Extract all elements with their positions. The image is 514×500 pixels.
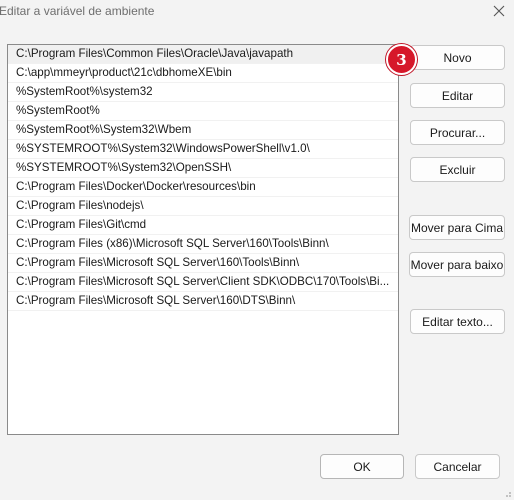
path-list-item[interactable]: C:\Program Files (x86)\Microsoft SQL Ser… xyxy=(8,235,398,254)
path-list-item[interactable]: C:\Program Files\Docker\Docker\resources… xyxy=(8,178,398,197)
ok-button[interactable]: OK xyxy=(320,454,404,479)
window-title: Editar a variável de ambiente xyxy=(0,4,155,18)
new-button[interactable]: Novo xyxy=(410,45,505,70)
edit-button[interactable]: Editar xyxy=(410,83,505,108)
path-list-item[interactable]: C:\Program Files\Common Files\Oracle\Jav… xyxy=(8,45,398,64)
path-list-item[interactable]: %SystemRoot%\System32\Wbem xyxy=(8,121,398,140)
delete-button[interactable]: Excluir xyxy=(410,157,505,182)
path-list-item[interactable]: %SYSTEMROOT%\System32\OpenSSH\ xyxy=(8,159,398,178)
move-up-button[interactable]: Mover para Cima xyxy=(409,215,505,240)
cancel-button[interactable]: Cancelar xyxy=(415,454,500,479)
path-list-item[interactable]: %SYSTEMROOT%\System32\WindowsPowerShell\… xyxy=(8,140,398,159)
path-list-item[interactable]: C:\Program Files\Microsoft SQL Server\Cl… xyxy=(8,273,398,292)
close-button[interactable] xyxy=(484,0,514,22)
path-list-item[interactable]: C:\Program Files\nodejs\ xyxy=(8,197,398,216)
path-list-item[interactable]: %SystemRoot%\system32 xyxy=(8,83,398,102)
path-list-item[interactable]: C:\Program Files\Git\cmd xyxy=(8,216,398,235)
path-list-item[interactable]: C:\Program Files\Microsoft SQL Server\16… xyxy=(8,292,398,311)
path-listbox[interactable]: C:\Program Files\Common Files\Oracle\Jav… xyxy=(7,44,399,435)
title-bar: Editar a variável de ambiente xyxy=(0,0,514,24)
path-list-item[interactable]: %SystemRoot% xyxy=(8,102,398,121)
browse-button[interactable]: Procurar... xyxy=(410,120,505,145)
edit-text-button[interactable]: Editar texto... xyxy=(410,309,505,334)
step-badge: 3 xyxy=(386,44,417,75)
close-icon xyxy=(493,5,505,17)
resize-grip-icon[interactable] xyxy=(502,488,512,498)
path-list-item[interactable]: C:\app\mmeyr\product\21c\dbhomeXE\bin xyxy=(8,64,398,83)
move-down-button[interactable]: Mover para baixo xyxy=(409,252,505,277)
path-list-item[interactable]: C:\Program Files\Microsoft SQL Server\16… xyxy=(8,254,398,273)
